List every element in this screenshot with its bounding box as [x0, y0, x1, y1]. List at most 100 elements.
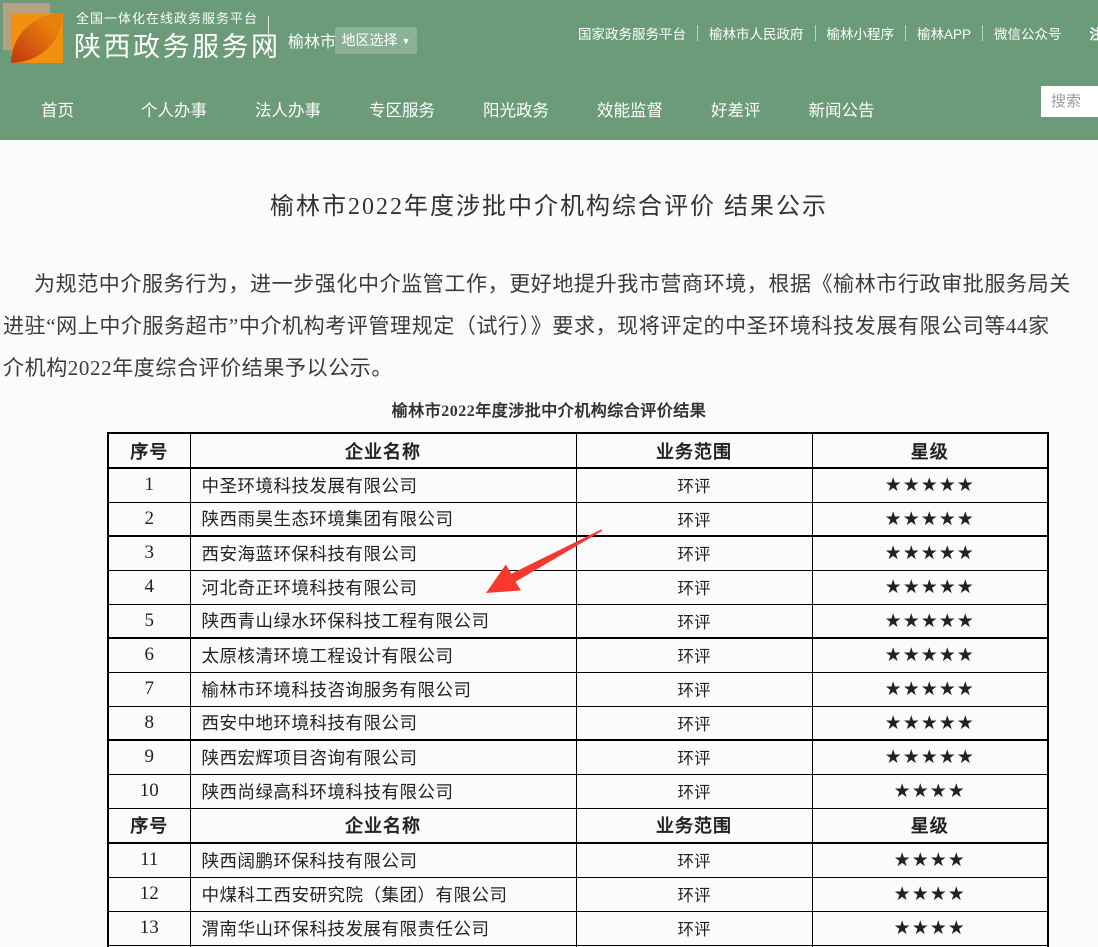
cell-no: 12 — [108, 877, 190, 911]
cell-name: 陕西宏辉项目咨询有限公司 — [190, 740, 576, 774]
chevron-down-icon: ▼ — [402, 36, 411, 46]
cell-no: 8 — [108, 706, 190, 740]
nav-item-open-government[interactable]: 阳光政务 — [483, 97, 549, 121]
cell-no: 11 — [108, 843, 190, 877]
nav-item-efficiency-supervision[interactable]: 效能监督 — [597, 97, 663, 121]
cell-scope: 环评 — [576, 604, 812, 638]
cell-no: 3 — [108, 536, 190, 570]
cell-no: 6 — [108, 638, 190, 672]
register-link[interactable]: 注册 — [1090, 23, 1098, 43]
cell-scope: 环评 — [576, 877, 812, 911]
cell-stars: ★★★★ — [812, 911, 1048, 945]
cell-name: 西安中地环境科技有限公司 — [190, 706, 576, 740]
table-row: 6太原核清环境工程设计有限公司环评★★★★★ — [108, 638, 1048, 672]
table-row: 8西安中地环境科技有限公司环评★★★★★ — [108, 706, 1048, 740]
paragraph-line: 进驻“网上中介服务超市”中介机构考评管理规定（试行）》要求，现将评定的中圣环境科… — [3, 305, 1098, 347]
cell-scope: 环评 — [576, 570, 812, 604]
top-links: 国家政务服务平台 榆林市人民政府 榆林小程序 榆林APP 微信公众号 注册 — [578, 23, 1098, 43]
table-row: 5陕西青山绿水环保科技工程有限公司环评★★★★★ — [108, 604, 1048, 638]
link-wechat-official[interactable]: 微信公众号 — [994, 23, 1062, 43]
table-caption: 榆林市2022年度涉批中介机构综合评价结果 — [0, 397, 1098, 421]
link-mini-program[interactable]: 榆林小程序 — [827, 23, 895, 43]
cell-name: 渭南华山环保科技发展有限责任公司 — [190, 911, 576, 945]
cell-no: 9 — [108, 740, 190, 774]
link-yulin-app[interactable]: 榆林APP — [917, 23, 971, 43]
cell-stars: ★★★★★ — [812, 740, 1048, 774]
region-select-button[interactable]: 地区选择 ▼ — [335, 27, 417, 54]
announcement-content: 榆林市2022年度涉批中介机构综合评价 结果公示 为规范中介服务行为，进一步强化… — [0, 140, 1098, 947]
brand-divider — [268, 16, 269, 56]
column-header: 企业名称 — [190, 808, 576, 843]
link-divider — [815, 25, 816, 41]
column-header: 业务范围 — [576, 433, 812, 468]
cell-scope: 环评 — [576, 706, 812, 740]
nav-item-rating[interactable]: 好差评 — [711, 97, 761, 121]
table-row: 12中煤科工西安研究院（集团）有限公司环评★★★★ — [108, 877, 1048, 911]
table-row: 4河北奇正环境科技有限公司环评★★★★★ — [108, 570, 1048, 604]
current-city-label: 榆林市 — [288, 28, 336, 52]
cell-stars: ★★★★★ — [812, 570, 1048, 604]
cell-scope: 环评 — [576, 911, 812, 945]
column-header: 业务范围 — [576, 808, 812, 843]
nav-item-legal-person[interactable]: 法人办事 — [255, 97, 321, 121]
cell-scope: 环评 — [576, 468, 812, 502]
cell-stars: ★★★★★ — [812, 672, 1048, 706]
nav-item-home[interactable]: 首页 — [41, 97, 74, 121]
paragraph-line: 介机构2022年度综合评价结果予以公示。 — [3, 347, 1098, 389]
column-header: 星级 — [812, 808, 1048, 843]
cell-scope: 环评 — [576, 536, 812, 570]
cell-name: 陕西青山绿水环保科技工程有限公司 — [190, 604, 576, 638]
cell-name: 中煤科工西安研究院（集团）有限公司 — [190, 877, 576, 911]
cell-name: 陕西阔鹏环保科技有限公司 — [190, 843, 576, 877]
table-header-row: 序号企业名称业务范围星级 — [108, 808, 1048, 843]
link-divider — [697, 25, 698, 41]
cell-name: 榆林市环境科技咨询服务有限公司 — [190, 672, 576, 706]
nav-item-zone-services[interactable]: 专区服务 — [369, 97, 435, 121]
results-table-wrapper: 序号企业名称业务范围星级1中圣环境科技发展有限公司环评★★★★★2陕西雨昊生态环… — [107, 432, 1047, 947]
link-national-platform[interactable]: 国家政务服务平台 — [578, 23, 686, 43]
cell-stars: ★★★★★ — [812, 536, 1048, 570]
cell-scope: 环评 — [576, 638, 812, 672]
cell-scope: 环评 — [576, 502, 812, 536]
cell-no: 7 — [108, 672, 190, 706]
cell-scope: 环评 — [576, 843, 812, 877]
cell-stars: ★★★★ — [812, 877, 1048, 911]
results-table: 序号企业名称业务范围星级1中圣环境科技发展有限公司环评★★★★★2陕西雨昊生态环… — [107, 432, 1049, 947]
site-logo[interactable] — [0, 0, 66, 66]
cell-name: 河北奇正环境科技有限公司 — [190, 570, 576, 604]
link-divider — [982, 25, 983, 41]
cell-name: 中圣环境科技发展有限公司 — [190, 468, 576, 502]
table-row: 10陕西尚绿高科环境科技有限公司环评★★★★ — [108, 774, 1048, 808]
table-row: 1中圣环境科技发展有限公司环评★★★★★ — [108, 468, 1048, 502]
table-row: 3西安海蓝环保科技有限公司环评★★★★★ — [108, 536, 1048, 570]
cell-no: 1 — [108, 468, 190, 502]
cell-no: 4 — [108, 570, 190, 604]
table-row: 11陕西阔鹏环保科技有限公司环评★★★★ — [108, 843, 1048, 877]
cell-stars: ★★★★ — [812, 774, 1048, 808]
table-row: 7榆林市环境科技咨询服务有限公司环评★★★★★ — [108, 672, 1048, 706]
site-title: 陕西政务服务网 — [74, 25, 281, 64]
region-select-label: 地区选择 — [342, 32, 398, 48]
search-input[interactable] — [1041, 86, 1098, 117]
cell-stars: ★★★★★ — [812, 468, 1048, 502]
nav-item-news[interactable]: 新闻公告 — [809, 97, 875, 121]
column-header: 序号 — [108, 808, 190, 843]
cell-stars: ★★★★ — [812, 843, 1048, 877]
cell-name: 太原核清环境工程设计有限公司 — [190, 638, 576, 672]
cell-stars: ★★★★★ — [812, 638, 1048, 672]
cell-scope: 环评 — [576, 740, 812, 774]
link-city-government[interactable]: 榆林市人民政府 — [709, 23, 804, 43]
nav-item-personal[interactable]: 个人办事 — [141, 97, 207, 121]
cell-name: 陕西尚绿高科环境科技有限公司 — [190, 774, 576, 808]
table-header-row: 序号企业名称业务范围星级 — [108, 433, 1048, 468]
cell-no: 5 — [108, 604, 190, 638]
cell-name: 陕西雨昊生态环境集团有限公司 — [190, 502, 576, 536]
column-header: 星级 — [812, 433, 1048, 468]
search-box — [1041, 86, 1098, 117]
cell-no: 10 — [108, 774, 190, 808]
site-header: 全国一体化在线政务服务平台 陕西政务服务网 榆林市 地区选择▼ 国家政务服务平台… — [0, 0, 1098, 140]
table-row: 13渭南华山环保科技发展有限责任公司环评★★★★ — [108, 911, 1048, 945]
main-nav: 首页 个人办事 法人办事 专区服务 阳光政务 效能监督 好差评 新闻公告 — [41, 97, 875, 121]
cell-scope: 环评 — [576, 774, 812, 808]
announcement-paragraph: 为规范中介服务行为，进一步强化中介监管工作，更好地提升我市营商环境，根据《榆林市… — [3, 263, 1098, 389]
